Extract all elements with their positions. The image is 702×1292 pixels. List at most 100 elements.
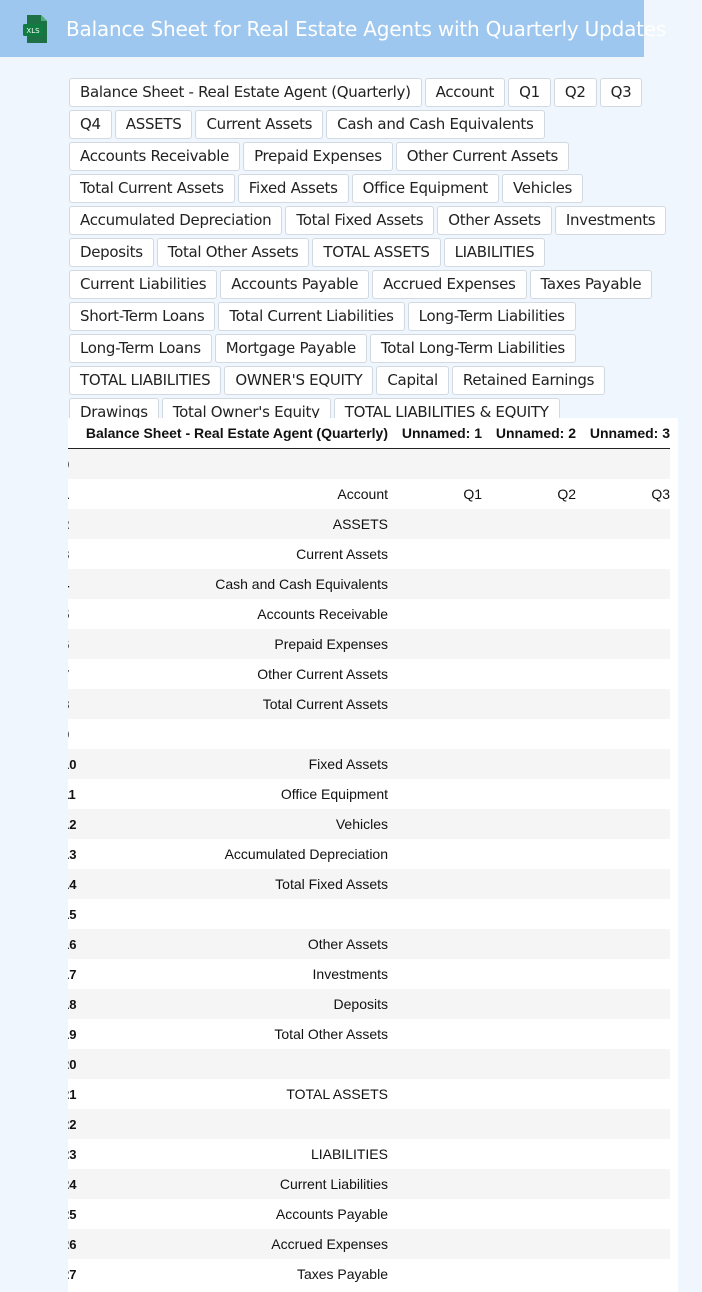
table-cell: Deposits: [80, 989, 388, 1019]
xls-file-icon: XLS: [21, 14, 51, 44]
table-cell: [576, 719, 670, 749]
table-cell: [482, 809, 576, 839]
table-cell: Other Assets: [80, 929, 388, 959]
column-tag[interactable]: Current Assets: [195, 110, 324, 139]
column-tag[interactable]: Prepaid Expenses: [243, 142, 393, 171]
table-cell: [482, 509, 576, 539]
table-cell: [576, 1019, 670, 1049]
column-tag[interactable]: Long-Term Loans: [69, 334, 212, 363]
table-cell: [482, 1229, 576, 1259]
table-row: 3 Current Assets: [68, 539, 670, 569]
column-tag[interactable]: Total Current Liabilities: [218, 302, 405, 331]
column-tag[interactable]: LIABILITIES: [443, 238, 546, 267]
column-tag[interactable]: Other Current Assets: [395, 142, 570, 171]
table-cell: Account: [80, 479, 388, 509]
table-cell: [482, 869, 576, 899]
row-index-label: 17: [68, 967, 77, 982]
table-cell: [576, 779, 670, 809]
row-index-label: 5: [68, 607, 69, 622]
row-index-label: 3: [68, 547, 69, 562]
row-index-label: 25: [68, 1207, 77, 1222]
table-cell: [576, 629, 670, 659]
table-cell: Current Assets: [80, 539, 388, 569]
column-tag[interactable]: Balance Sheet - Real Estate Agent (Quart…: [69, 78, 422, 107]
column-tag[interactable]: Cash and Cash Equivalents: [326, 110, 545, 139]
column-tag[interactable]: ASSETS: [114, 110, 193, 139]
row-index: 15: [68, 899, 80, 929]
table-cell: [482, 569, 576, 599]
table-cell: Total Current Assets: [80, 689, 388, 719]
column-tag[interactable]: Accounts Payable: [220, 270, 370, 299]
table-cell: [482, 1139, 576, 1169]
column-tag[interactable]: Q1: [508, 78, 551, 107]
row-index: 27: [68, 1259, 80, 1289]
data-table-container[interactable]: Balance Sheet - Real Estate Agent (Quart…: [68, 418, 678, 1292]
column-tag[interactable]: Taxes Payable: [529, 270, 653, 299]
table-cell: Vehicles: [80, 809, 388, 839]
row-index-label: 21: [68, 1087, 77, 1102]
table-cell: Accounts Receivable: [80, 599, 388, 629]
row-index: 18: [68, 989, 80, 1019]
table-cell: Taxes Payable: [80, 1259, 388, 1289]
row-index-label: 13: [68, 847, 77, 862]
column-tag[interactable]: Mortgage Payable: [214, 334, 367, 363]
table-row: 24Current Liabilities: [68, 1169, 670, 1199]
table-row: 4 Cash and Cash Equivalents: [68, 569, 670, 599]
table-cell: [576, 1049, 670, 1079]
column-tag[interactable]: Accounts Receivable: [69, 142, 241, 171]
column-tag[interactable]: Short-Term Loans: [69, 302, 216, 331]
column-tag[interactable]: Capital: [376, 366, 449, 395]
table-cell: [576, 749, 670, 779]
row-index: 26: [68, 1229, 80, 1259]
column-tag[interactable]: Accrued Expenses: [372, 270, 527, 299]
column-tag[interactable]: OWNER'S EQUITY: [224, 366, 374, 395]
table-row: 27Taxes Payable: [68, 1259, 670, 1289]
table-cell: [388, 869, 482, 899]
table-row: 8 Total Current Assets: [68, 689, 670, 719]
table-cell: [576, 659, 670, 689]
table-cell: [482, 659, 576, 689]
column-tag[interactable]: Total Fixed Assets: [285, 206, 435, 235]
table-cell: [482, 1199, 576, 1229]
column-tag[interactable]: Retained Earnings: [451, 366, 606, 395]
row-index: 16: [68, 929, 80, 959]
table-cell: [388, 509, 482, 539]
column-tag[interactable]: Total Current Assets: [69, 174, 235, 203]
column-tag[interactable]: Vehicles: [502, 174, 584, 203]
row-index: 24: [68, 1169, 80, 1199]
row-index: 20: [68, 1049, 80, 1079]
column-tag[interactable]: Office Equipment: [351, 174, 499, 203]
table-row: 10Fixed Assets: [68, 749, 670, 779]
row-index-label: 27: [68, 1267, 77, 1282]
table-cell: [388, 448, 482, 479]
column-tag[interactable]: Other Assets: [437, 206, 552, 235]
column-tag[interactable]: Long-Term Liabilities: [407, 302, 576, 331]
column-tag[interactable]: Accumulated Depreciation: [69, 206, 283, 235]
column-tag[interactable]: Q2: [553, 78, 597, 107]
column-tag[interactable]: Current Liabilities: [69, 270, 218, 299]
row-index-label: 7: [68, 667, 69, 682]
column-tag[interactable]: TOTAL LIABILITIES: [69, 366, 222, 395]
row-index: 3: [68, 539, 80, 569]
table-cell: [576, 809, 670, 839]
column-tag[interactable]: Q4: [69, 110, 112, 139]
column-tag[interactable]: Deposits: [69, 238, 154, 267]
table-cell: [388, 959, 482, 989]
table-cell: [576, 689, 670, 719]
column-tag[interactable]: TOTAL ASSETS: [312, 238, 441, 267]
table-cell: Cash and Cash Equivalents: [80, 569, 388, 599]
table-cell: [576, 1079, 670, 1109]
table-cell: [576, 599, 670, 629]
svg-text:XLS: XLS: [26, 27, 40, 35]
table-cell: [576, 1259, 670, 1289]
column-tag[interactable]: Investments: [554, 206, 667, 235]
column-tag[interactable]: Total Long-Term Liabilities: [369, 334, 576, 363]
table-cell: Current Liabilities: [80, 1169, 388, 1199]
column-tag[interactable]: Fixed Assets: [237, 174, 349, 203]
table-cell: [388, 839, 482, 869]
table-cell: [482, 629, 576, 659]
column-tag[interactable]: Q3: [599, 78, 643, 107]
column-tag[interactable]: Total Other Assets: [156, 238, 310, 267]
column-tag[interactable]: Account: [424, 78, 506, 107]
row-index: 9: [68, 719, 80, 749]
